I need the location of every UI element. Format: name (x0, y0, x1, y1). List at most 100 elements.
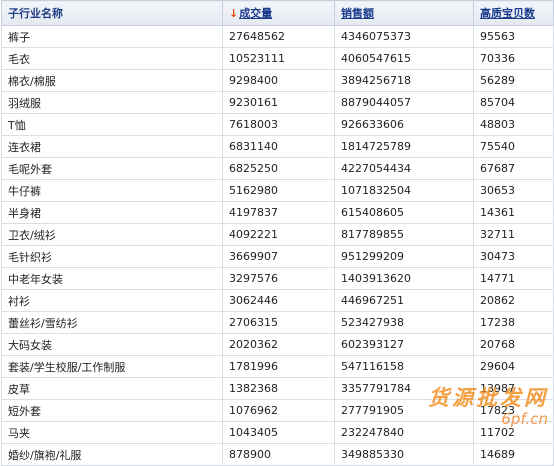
cell-sales: 523427938 (334, 311, 474, 334)
cell-category: 中老年女装 (1, 267, 223, 290)
column-header-top-items[interactable]: 高质宝贝数 (473, 0, 554, 26)
table-row: 牛仔裤 5162980 1071832504 30653 (1, 179, 554, 202)
cell-sales: 602393127 (334, 333, 474, 356)
cell-sales: 926633606 (334, 113, 474, 136)
cell-volume: 7618003 (222, 113, 335, 136)
cell-volume: 2020362 (222, 333, 335, 356)
cell-sales: 951299209 (334, 245, 474, 268)
table-row: 短外套 1076962 277791905 17823 (1, 399, 554, 422)
cell-category: 毛针织衫 (1, 245, 223, 268)
cell-sales: 817789855 (334, 223, 474, 246)
cell-volume: 9298400 (222, 69, 335, 92)
cell-sales: 8879044057 (334, 91, 474, 114)
table-row: T恤 7618003 926633606 48803 (1, 113, 554, 136)
cell-top-items: 17823 (473, 399, 554, 422)
cell-volume: 878900 (222, 443, 335, 466)
cell-top-items: 17238 (473, 311, 554, 334)
cell-sales: 3357791784 (334, 377, 474, 400)
cell-sales: 547116158 (334, 355, 474, 378)
table-row: 羽绒服 9230161 8879044057 85704 (1, 91, 554, 114)
cell-top-items: 32711 (473, 223, 554, 246)
cell-volume: 4197837 (222, 201, 335, 224)
table-row: 毛呢外套 6825250 4227054434 67687 (1, 157, 554, 180)
table-row: 卫衣/绒衫 4092221 817789855 32711 (1, 223, 554, 246)
cell-top-items: 70336 (473, 47, 554, 70)
cell-volume: 1043405 (222, 421, 335, 444)
cell-volume: 3297576 (222, 267, 335, 290)
cell-volume: 27648562 (222, 25, 335, 48)
column-header-category: 子行业名称 (1, 0, 223, 26)
cell-volume: 6825250 (222, 157, 335, 180)
cell-volume: 6831140 (222, 135, 335, 158)
table-header-row: 子行业名称 ↓成交量 销售额 高质宝贝数 (1, 0, 554, 26)
cell-category: 棉衣/棉服 (1, 69, 223, 92)
cell-category: 羽绒服 (1, 91, 223, 114)
table-row: 半身裙 4197837 615408605 14361 (1, 201, 554, 224)
cell-sales: 4227054434 (334, 157, 474, 180)
cell-top-items: 95563 (473, 25, 554, 48)
table-row: 套装/学生校服/工作制服 1781996 547116158 29604 (1, 355, 554, 378)
cell-category: 连衣裙 (1, 135, 223, 158)
table-row: 婚纱/旗袍/礼服 878900 349885330 14689 (1, 443, 554, 466)
cell-sales: 1071832504 (334, 179, 474, 202)
cell-volume: 3669907 (222, 245, 335, 268)
cell-category: 套装/学生校服/工作制服 (1, 355, 223, 378)
cell-top-items: 20862 (473, 289, 554, 312)
cell-top-items: 20768 (473, 333, 554, 356)
cell-top-items: 48803 (473, 113, 554, 136)
cell-sales: 349885330 (334, 443, 474, 466)
cell-top-items: 85704 (473, 91, 554, 114)
cell-sales: 4346075373 (334, 25, 474, 48)
cell-sales: 446967251 (334, 289, 474, 312)
cell-volume: 2706315 (222, 311, 335, 334)
cell-category: 大码女装 (1, 333, 223, 356)
cell-top-items: 14361 (473, 201, 554, 224)
cell-top-items: 29604 (473, 355, 554, 378)
table-row: 蕾丝衫/雪纺衫 2706315 523427938 17238 (1, 311, 554, 334)
cell-category: 婚纱/旗袍/礼服 (1, 443, 223, 466)
cell-volume: 1781996 (222, 355, 335, 378)
cell-volume: 5162980 (222, 179, 335, 202)
cell-top-items: 30653 (473, 179, 554, 202)
cell-category: 卫衣/绒衫 (1, 223, 223, 246)
cell-top-items: 13987 (473, 377, 554, 400)
table-row: 大码女装 2020362 602393127 20768 (1, 333, 554, 356)
cell-top-items: 30473 (473, 245, 554, 268)
cell-category: T恤 (1, 113, 223, 136)
cell-category: 裤子 (1, 25, 223, 48)
cell-category: 衬衫 (1, 289, 223, 312)
table-row: 中老年女装 3297576 1403913620 14771 (1, 267, 554, 290)
cell-sales: 1403913620 (334, 267, 474, 290)
sort-by-sales-link[interactable]: 销售额 (341, 7, 374, 20)
cell-volume: 1382368 (222, 377, 335, 400)
table-row: 马夹 1043405 232247840 11702 (1, 421, 554, 444)
cell-category: 半身裙 (1, 201, 223, 224)
sort-by-top-items-link[interactable]: 高质宝贝数 (480, 7, 535, 20)
table-row: 衬衫 3062446 446967251 20862 (1, 289, 554, 312)
table-row: 裤子 27648562 4346075373 95563 (1, 25, 554, 48)
sort-by-volume-link[interactable]: 成交量 (239, 7, 272, 20)
cell-category: 蕾丝衫/雪纺衫 (1, 311, 223, 334)
column-header-sales[interactable]: 销售额 (334, 0, 474, 26)
industry-sales-table: 子行业名称 ↓成交量 销售额 高质宝贝数 裤子 27648562 434607537… (1, 0, 554, 466)
table-row: 毛针织衫 3669907 951299209 30473 (1, 245, 554, 268)
cell-sales: 4060547615 (334, 47, 474, 70)
cell-volume: 4092221 (222, 223, 335, 246)
cell-volume: 1076962 (222, 399, 335, 422)
cell-category: 牛仔裤 (1, 179, 223, 202)
cell-sales: 615408605 (334, 201, 474, 224)
table-row: 棉衣/棉服 9298400 3894256718 56289 (1, 69, 554, 92)
cell-volume: 10523111 (222, 47, 335, 70)
cell-top-items: 67687 (473, 157, 554, 180)
cell-sales: 277791905 (334, 399, 474, 422)
cell-top-items: 14689 (473, 443, 554, 466)
cell-top-items: 75540 (473, 135, 554, 158)
cell-volume: 3062446 (222, 289, 335, 312)
column-header-volume[interactable]: ↓成交量 (222, 0, 335, 26)
cell-top-items: 14771 (473, 267, 554, 290)
cell-category: 毛呢外套 (1, 157, 223, 180)
cell-category: 皮草 (1, 377, 223, 400)
table-row: 连衣裙 6831140 1814725789 75540 (1, 135, 554, 158)
cell-top-items: 56289 (473, 69, 554, 92)
cell-category: 短外套 (1, 399, 223, 422)
